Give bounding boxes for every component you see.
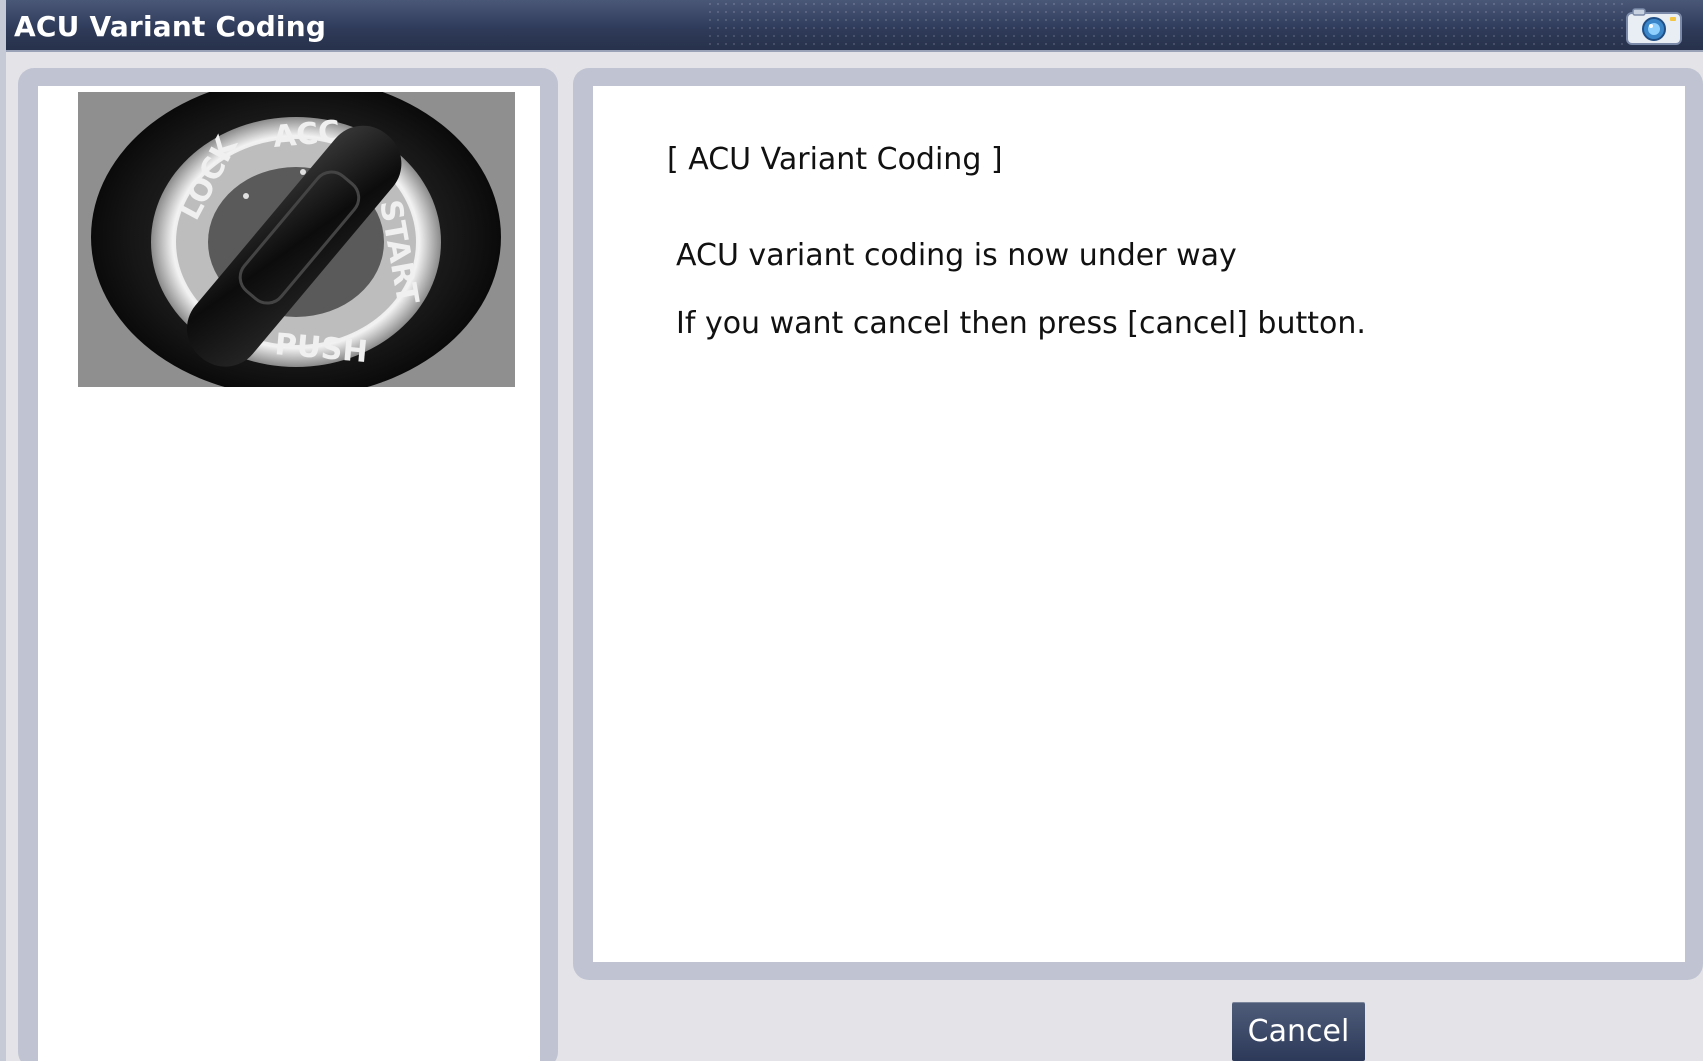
message-heading: [ ACU Variant Coding ] <box>667 142 1003 177</box>
title-bar-pattern <box>706 0 1623 50</box>
ignition-key-switch-image: LOCK ACC START PUSH <box>78 92 515 387</box>
title-bar: ACU Variant Coding <box>6 0 1703 52</box>
illustration-area: LOCK ACC START PUSH <box>38 86 540 1061</box>
cancel-button[interactable]: Cancel <box>1232 1002 1365 1061</box>
message-status-line: ACU variant coding is now under way <box>676 238 1237 273</box>
camera-icon <box>1626 8 1682 45</box>
message-panel: [ ACU Variant Coding ] ACU variant codin… <box>573 68 1703 980</box>
window-title: ACU Variant Coding <box>14 10 327 43</box>
message-instruction-line: If you want cancel then press [cancel] b… <box>676 306 1366 341</box>
acu-variant-coding-window: ACU Variant Coding LOCK ACC START PUSH [… <box>0 0 1703 1061</box>
illustration-panel: LOCK ACC START PUSH <box>18 68 558 1061</box>
screenshot-button[interactable] <box>1625 8 1683 46</box>
message-area: [ ACU Variant Coding ] ACU variant codin… <box>593 86 1685 962</box>
